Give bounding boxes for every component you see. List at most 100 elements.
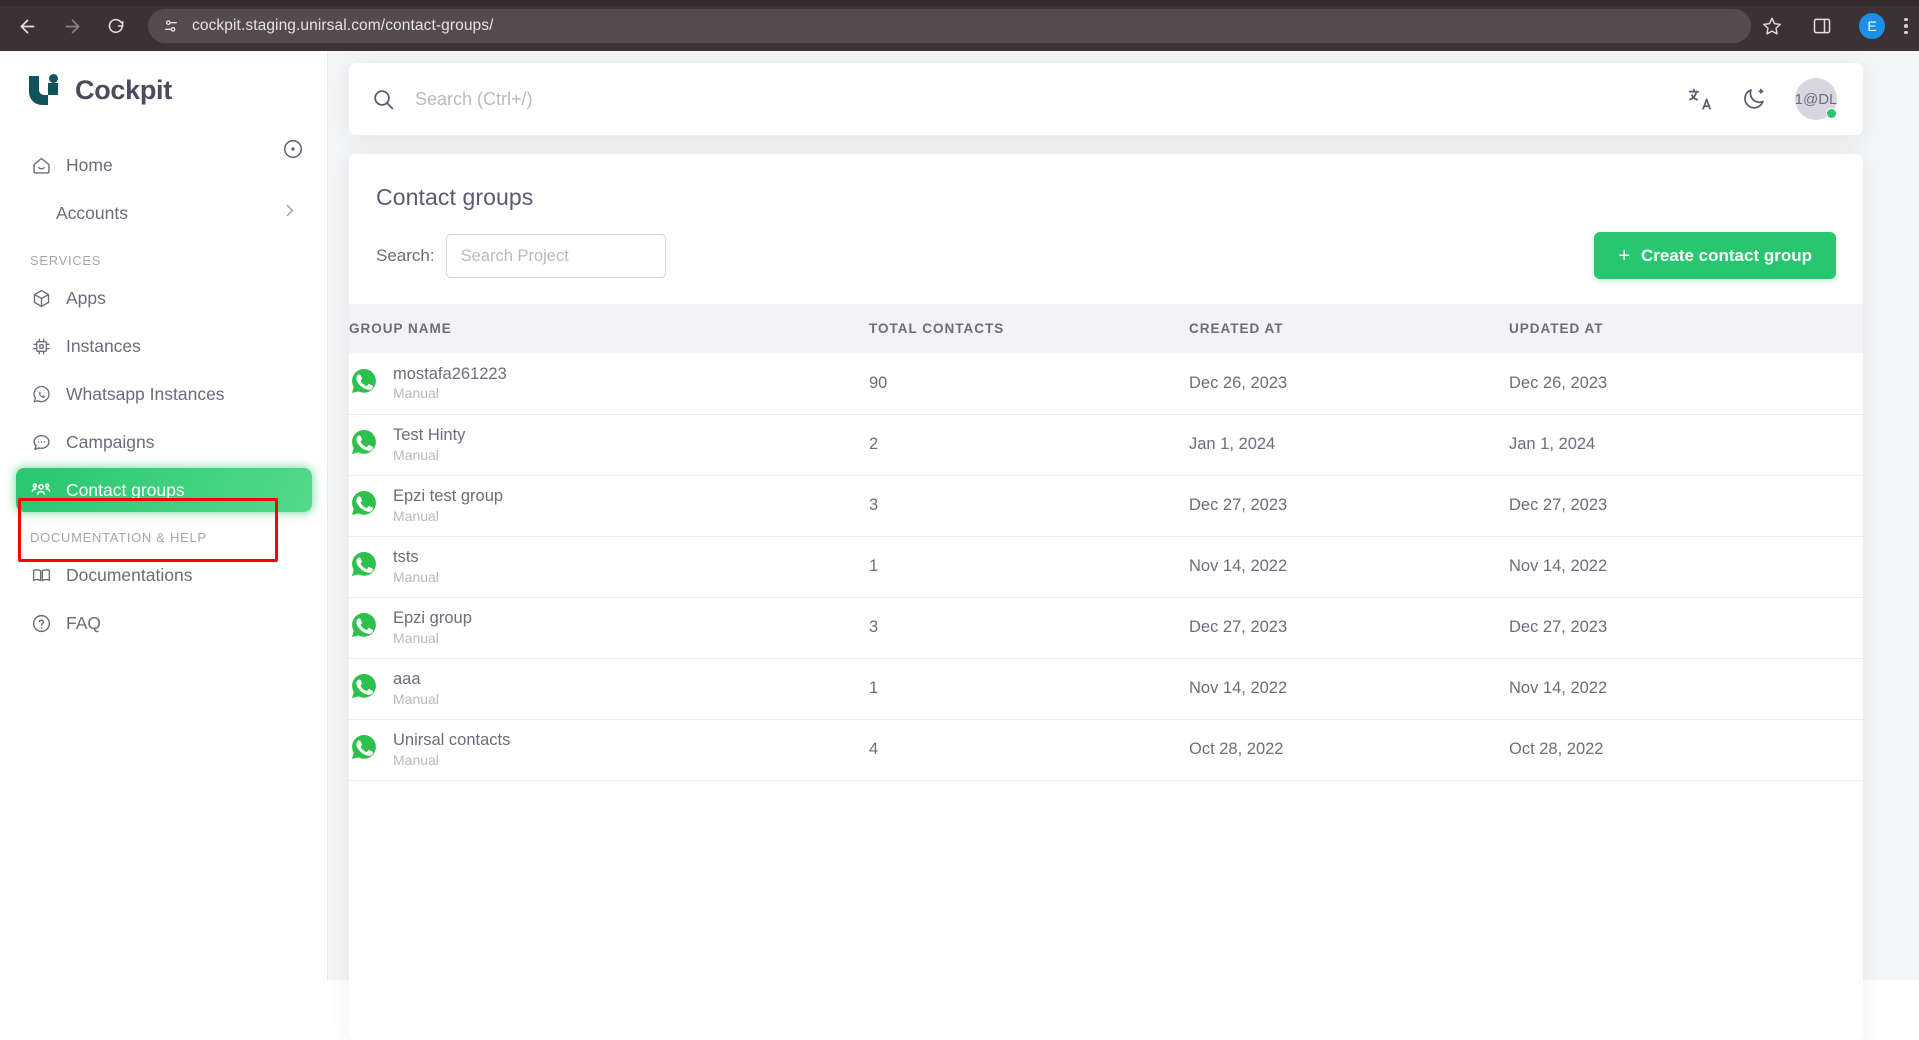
top-navbar: 1@DL: [349, 63, 1863, 135]
group-name-text: Epzi group: [393, 608, 472, 629]
column-header-group-name[interactable]: GROUP NAME: [349, 304, 869, 353]
cpu-icon: [30, 335, 52, 357]
sidebar: Cockpit Home Accounts SERVICES: [0, 51, 328, 980]
create-contact-group-label: Create contact group: [1641, 246, 1812, 266]
whatsapp-icon: [349, 488, 379, 523]
table-head: GROUP NAME TOTAL CONTACTS CREATED AT UPD…: [349, 304, 1863, 353]
group-name-text: Epzi test group: [393, 486, 503, 507]
translate-icon[interactable]: [1687, 86, 1713, 112]
table-header-row: GROUP NAME TOTAL CONTACTS CREATED AT UPD…: [349, 304, 1863, 353]
whatsapp-icon: [349, 366, 379, 401]
reload-icon[interactable]: [99, 9, 133, 43]
sidebar-item-campaigns[interactable]: Campaigns: [16, 420, 312, 464]
table-row[interactable]: tstsManual1Nov 14, 2022Nov 14, 2022: [349, 536, 1863, 597]
group-type-text: Manual: [393, 752, 510, 770]
create-contact-group-button[interactable]: + Create contact group: [1594, 232, 1836, 279]
sidebar-item-label: Contact groups: [66, 480, 185, 501]
column-header-created-at[interactable]: CREATED AT: [1189, 304, 1509, 353]
sidebar-item-home[interactable]: Home: [16, 143, 312, 187]
avatar[interactable]: 1@DL: [1795, 78, 1837, 120]
browser-chrome: cockpit.staging.unirsal.com/contact-grou…: [0, 0, 1919, 51]
brand-name: Cockpit: [75, 75, 172, 106]
sidebar-item-label: Whatsapp Instances: [66, 384, 225, 405]
group-name-text: Test Hinty: [393, 425, 465, 446]
sidebar-item-faq[interactable]: FAQ: [16, 601, 312, 645]
cell-group-name: Epzi groupManual: [349, 597, 869, 658]
group-name-text: aaa: [393, 669, 439, 690]
group-name-text: tsts: [393, 547, 439, 568]
sidebar-nav: Home Accounts SERVICES Apps Instances: [0, 139, 328, 649]
three-dot-menu-icon[interactable]: [1895, 9, 1917, 43]
column-header-updated-at[interactable]: UPDATED AT: [1509, 304, 1863, 353]
forward-arrow-icon[interactable]: [55, 9, 89, 43]
cell-group-name: aaaManual: [349, 658, 869, 719]
table-row[interactable]: aaaManual1Nov 14, 2022Nov 14, 2022: [349, 658, 1863, 719]
group-type-text: Manual: [393, 385, 507, 403]
cell-created-at: Oct 28, 2022: [1189, 719, 1509, 780]
cell-total-contacts: 4: [869, 719, 1189, 780]
profile-initial: E: [1859, 13, 1885, 39]
sidebar-item-label: Accounts: [56, 203, 128, 224]
search-icon[interactable]: [371, 87, 396, 112]
sidebar-item-apps[interactable]: Apps: [16, 276, 312, 320]
column-header-total-contacts[interactable]: TOTAL CONTACTS: [869, 304, 1189, 353]
sidebar-item-accounts[interactable]: Accounts: [16, 191, 312, 235]
cell-updated-at: Dec 26, 2023: [1509, 353, 1863, 414]
chevron-right-icon: [281, 202, 298, 224]
table-row[interactable]: Test HintyManual2Jan 1, 2024Jan 1, 2024: [349, 414, 1863, 475]
cell-total-contacts: 3: [869, 597, 1189, 658]
group-type-text: Manual: [393, 508, 503, 526]
sidebar-item-label: FAQ: [66, 613, 101, 634]
cell-group-name: Test HintyManual: [349, 414, 869, 475]
box-icon: [30, 287, 52, 309]
browser-profile-avatar[interactable]: E: [1855, 9, 1889, 43]
star-icon[interactable]: [1755, 9, 1789, 43]
card-controls: Search: + Create contact group: [376, 233, 1836, 279]
back-arrow-icon[interactable]: [10, 9, 44, 43]
site-settings-icon[interactable]: [160, 15, 182, 37]
cell-group-name: mostafa261223Manual: [349, 353, 869, 414]
sidebar-item-instances[interactable]: Instances: [16, 324, 312, 368]
table-row[interactable]: Unirsal contactsManual4Oct 28, 2022Oct 2…: [349, 719, 1863, 780]
brand[interactable]: Cockpit: [26, 74, 172, 107]
sidebar-item-documentations[interactable]: Documentations: [16, 553, 312, 597]
cell-updated-at: Oct 28, 2022: [1509, 719, 1863, 780]
cell-total-contacts: 1: [869, 536, 1189, 597]
sidebar-item-contact-groups[interactable]: Contact groups: [16, 468, 312, 512]
group-name-text: mostafa261223: [393, 364, 507, 385]
whatsapp-icon: [30, 383, 52, 405]
sidebar-item-whatsapp-instances[interactable]: Whatsapp Instances: [16, 372, 312, 416]
cell-created-at: Jan 1, 2024: [1189, 414, 1509, 475]
search-input[interactable]: [415, 79, 1687, 119]
question-circle-icon: [30, 612, 52, 634]
cell-total-contacts: 2: [869, 414, 1189, 475]
cell-created-at: Dec 26, 2023: [1189, 353, 1509, 414]
cell-created-at: Nov 14, 2022: [1189, 658, 1509, 719]
cell-updated-at: Dec 27, 2023: [1509, 475, 1863, 536]
users-icon: [30, 479, 52, 501]
cell-created-at: Dec 27, 2023: [1189, 597, 1509, 658]
home-icon: [30, 154, 52, 176]
cell-total-contacts: 1: [869, 658, 1189, 719]
contact-groups-card: Contact groups Search: + Create contact …: [349, 154, 1863, 1040]
cell-created-at: Nov 14, 2022: [1189, 536, 1509, 597]
whatsapp-icon: [349, 427, 379, 462]
browser-tab-strip: [0, 0, 1919, 6]
table-row[interactable]: mostafa261223Manual90Dec 26, 2023Dec 26,…: [349, 353, 1863, 414]
table-row[interactable]: Epzi groupManual3Dec 27, 2023Dec 27, 202…: [349, 597, 1863, 658]
sidebar-item-label: Campaigns: [66, 432, 155, 453]
table-row[interactable]: Epzi test groupManual3Dec 27, 2023Dec 27…: [349, 475, 1863, 536]
side-panel-icon[interactable]: [1805, 9, 1839, 43]
project-search-input[interactable]: [446, 234, 666, 278]
cell-group-name: tstsManual: [349, 536, 869, 597]
address-bar[interactable]: cockpit.staging.unirsal.com/contact-grou…: [148, 9, 1751, 43]
whatsapp-icon: [349, 549, 379, 584]
sidebar-item-label: Documentations: [66, 565, 192, 586]
cockpit-logo-icon: [26, 74, 62, 107]
cell-group-name: Unirsal contactsManual: [349, 719, 869, 780]
plus-icon: +: [1618, 246, 1630, 266]
topbar-actions: 1@DL: [1687, 78, 1837, 120]
group-name-text: Unirsal contacts: [393, 730, 510, 751]
app-root: Cockpit Home Accounts SERVICES: [0, 51, 1919, 980]
moon-icon[interactable]: [1741, 86, 1767, 112]
